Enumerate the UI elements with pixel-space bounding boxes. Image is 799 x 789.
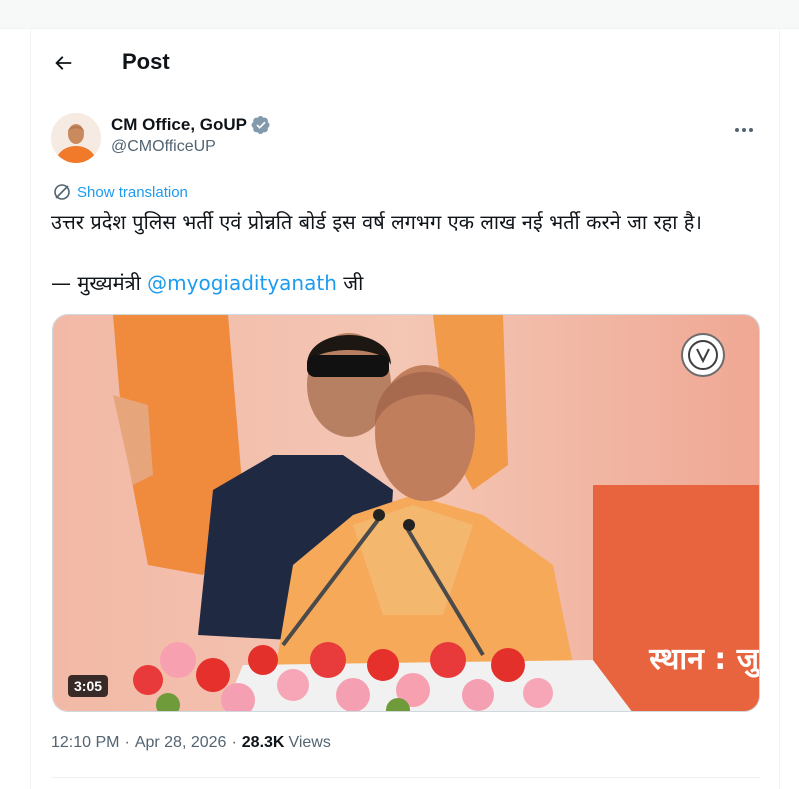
post-date[interactable]: Apr 28, 2026 [135,734,227,752]
post-header: Post [31,29,779,95]
back-button[interactable] [43,43,83,83]
video-player[interactable]: स्थान : जु 3:05 [52,314,760,712]
post-quote-line: — मुख्यमंत्री @myogiadityanath जी [51,270,363,296]
mention-link[interactable]: @myogiadityanath [147,271,337,295]
meta-separator: · [231,734,237,751]
stage-banner-text: स्थान : जु [649,642,759,677]
meta-separator: · [124,734,130,751]
post-column: Post CM Office, GoUP @CMOfficeUP Show tr… [30,29,780,789]
user-handle[interactable]: @CMOfficeUP [111,138,216,156]
views-label: Views [288,734,331,751]
show-translation-button[interactable]: Show translation [53,183,188,201]
verified-badge-icon[interactable] [251,115,271,135]
more-options-button[interactable] [727,117,761,143]
avatar[interactable] [51,113,101,163]
views-count: 28.3K [241,734,285,751]
divider [51,777,761,778]
top-strip [0,0,799,29]
post-text: उत्तर प्रदेश पुलिस भर्ती एवं प्रोन्नति ब… [51,210,702,234]
display-name[interactable]: CM Office, GoUP [111,115,247,135]
translate-icon [54,184,70,200]
post-meta: 12:10 PM · Apr 28, 2026 · 28.3K Views [51,734,331,752]
arrow-left-icon [55,56,72,70]
quote-suffix: जी [343,271,364,295]
quote-prefix: — मुख्यमंत्री [51,271,141,295]
page-title: Post [122,49,170,74]
more-icon [735,128,753,132]
show-translation-label: Show translation [77,183,188,201]
author-block: CM Office, GoUP @CMOfficeUP [51,113,761,163]
video-duration: 3:05 [68,675,109,697]
post-time[interactable]: 12:10 PM [51,734,119,752]
name-row: CM Office, GoUP [111,115,271,135]
